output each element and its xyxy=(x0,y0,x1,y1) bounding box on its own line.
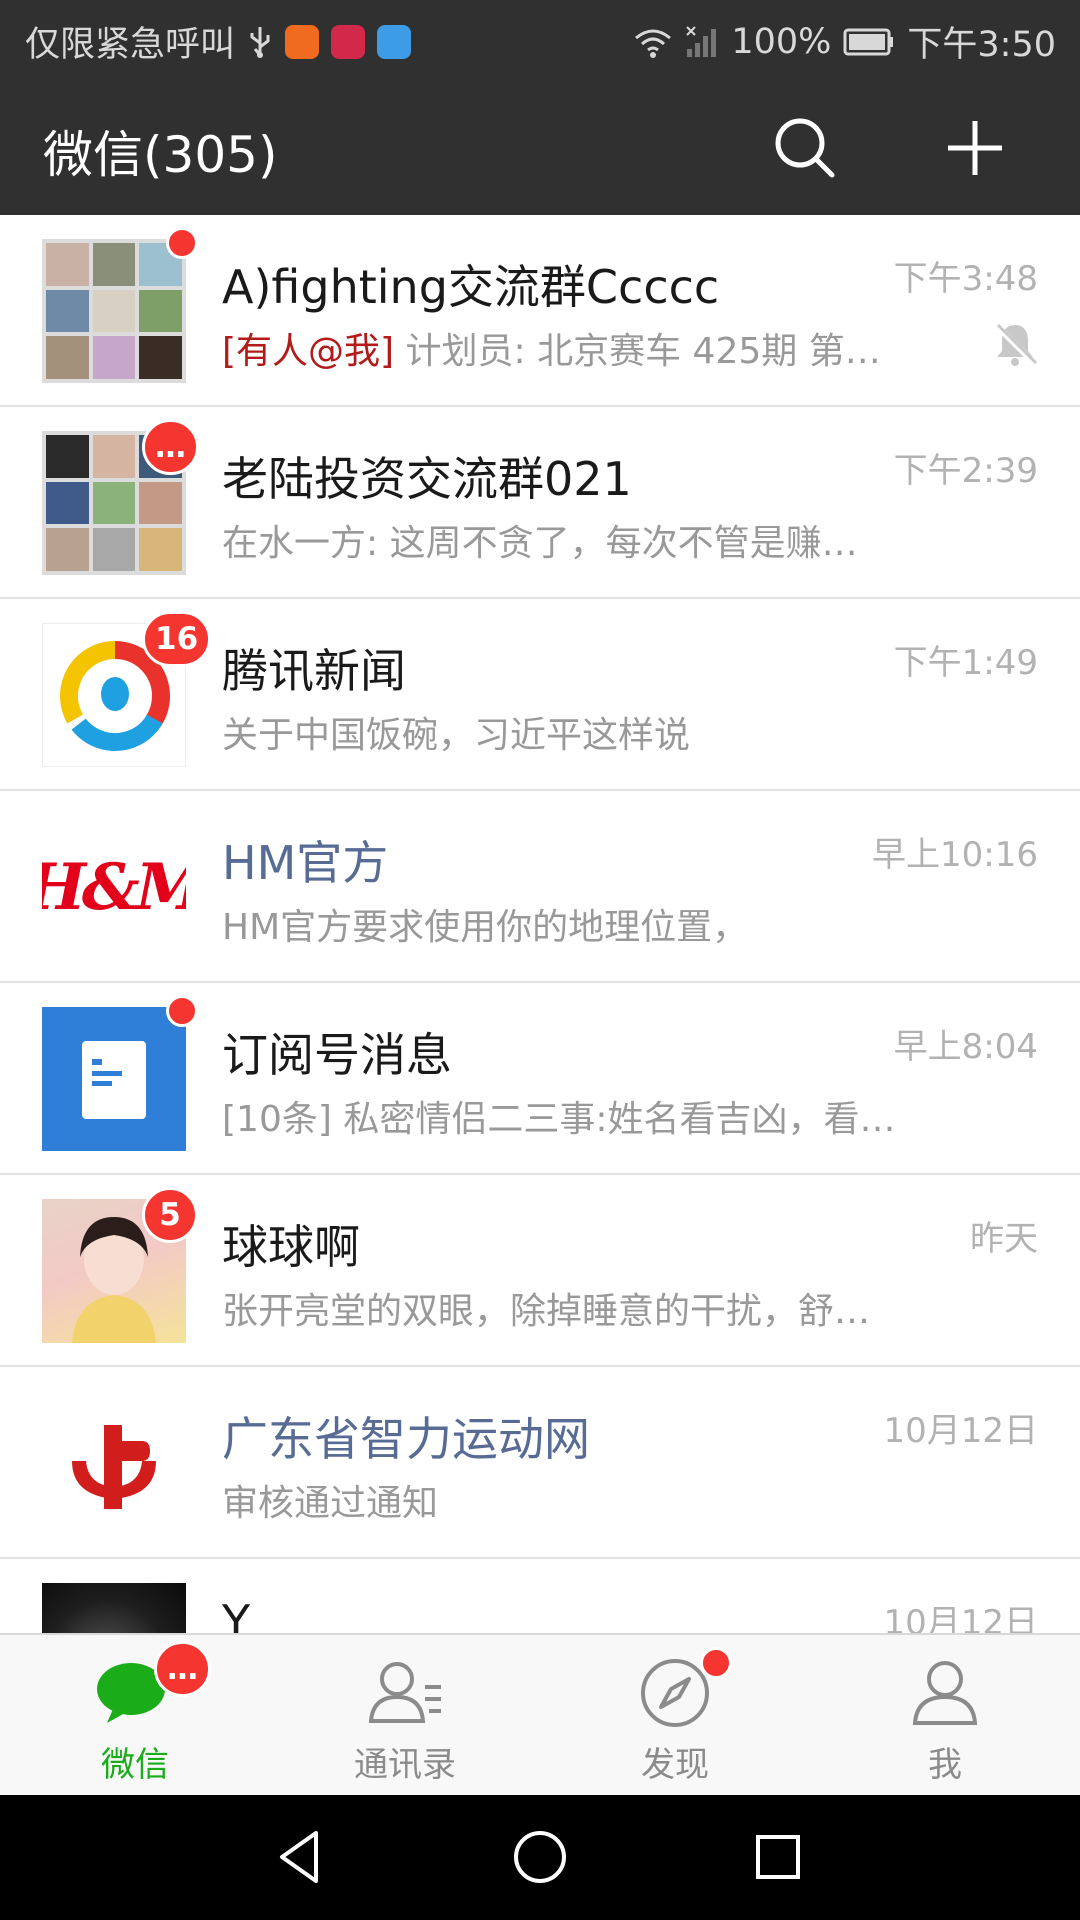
unread-dot xyxy=(166,227,198,259)
org-logo-icon xyxy=(72,1425,156,1509)
chat-time: 早上8:04 xyxy=(893,1027,1038,1067)
chat-name: 广东省智力运动网 xyxy=(222,1412,590,1466)
org-avatar xyxy=(42,1391,186,1535)
chat-name: A)fighting交流群Ccccc xyxy=(222,260,720,314)
chat-row[interactable]: 16 腾讯新闻 下午1:49 关于中国饭碗，习近平这样说 xyxy=(0,599,1080,791)
unread-badge: 5 xyxy=(142,1187,198,1243)
home-icon[interactable] xyxy=(508,1825,572,1889)
subscription-avatar xyxy=(42,1007,186,1151)
search-icon[interactable] xyxy=(770,113,840,183)
chat-preview: 张开亮堂的双眼，除掉睡意的干扰，舒… xyxy=(222,1291,871,1332)
recents-icon[interactable] xyxy=(746,1825,810,1889)
chat-row[interactable]: 5 球球啊 昨天 张开亮堂的双眼，除掉睡意的干扰，舒… xyxy=(0,1175,1080,1367)
tab-me[interactable]: 我 xyxy=(810,1635,1080,1795)
tab-discover[interactable]: 发现 xyxy=(540,1635,810,1795)
chat-row[interactable]: Y 10月12日 xyxy=(0,1559,1080,1633)
chat-row[interactable]: … 老陆投资交流群021 下午2:39 在水一方: 这周不贪了，每次不管是赚… xyxy=(0,407,1080,599)
chat-time: 下午3:48 xyxy=(893,259,1038,299)
chat-row[interactable]: A)fighting交流群Ccccc 下午3:48 [有人@我] 计划员: 北京… xyxy=(0,215,1080,407)
battery-icon xyxy=(843,28,894,55)
add-icon[interactable] xyxy=(940,113,1010,183)
video-app-icon xyxy=(285,24,320,59)
contacts-icon xyxy=(368,1662,441,1723)
chat-preview: 审核通过通知 xyxy=(222,1483,439,1524)
contact-avatar xyxy=(42,1583,186,1633)
document-icon xyxy=(82,1041,146,1119)
chat-name: HM官方 xyxy=(222,836,389,890)
huawei-app-icon xyxy=(331,24,366,59)
chat-name: 球球啊 xyxy=(222,1220,360,1274)
group-avatar xyxy=(42,239,186,383)
chat-time: 下午1:49 xyxy=(893,643,1038,683)
chat-name: Y xyxy=(222,1595,251,1633)
tab-contacts[interactable]: 通讯录 xyxy=(270,1635,540,1795)
chat-preview: 关于中国饭碗，习近平这样说 xyxy=(222,715,691,756)
mute-bell-icon xyxy=(993,322,1038,366)
chat-list[interactable]: A)fighting交流群Ccccc 下午3:48 [有人@我] 计划员: 北京… xyxy=(0,215,1080,1633)
tab-label: 发现 xyxy=(641,1745,709,1785)
chat-preview: HM官方要求使用你的地理位置， xyxy=(222,907,749,948)
person-icon xyxy=(912,1661,978,1725)
wifi-icon xyxy=(635,29,672,58)
hm-avatar: H&M xyxy=(42,815,186,959)
chat-preview: [10条] 私密情侣二三事:姓名看吉凶，看… xyxy=(222,1099,896,1140)
chat-time: 昨天 xyxy=(970,1219,1038,1259)
tab-unread-dot xyxy=(700,1647,732,1679)
chat-time: 10月12日 xyxy=(883,1603,1038,1633)
signal-icon xyxy=(686,25,717,57)
unread-dot xyxy=(166,995,198,1027)
status-bar: 仅限紧急呼叫 100% 下午3:50 xyxy=(0,0,1080,75)
chat-row[interactable]: 广东省智力运动网 10月12日 审核通过通知 xyxy=(0,1367,1080,1559)
back-icon[interactable] xyxy=(270,1825,334,1889)
tab-label: 通讯录 xyxy=(354,1745,456,1785)
chat-row[interactable]: 订阅号消息 早上8:04 [10条] 私密情侣二三事:姓名看吉凶，看… xyxy=(0,983,1080,1175)
chat-row[interactable]: H&M HM官方 早上10:16 HM官方要求使用你的地理位置， xyxy=(0,791,1080,983)
tab-unread-badge: … xyxy=(154,1641,211,1697)
mention-tag: [有人@我] xyxy=(222,331,395,372)
battery-percent: 100% xyxy=(731,21,832,62)
unread-badge: … xyxy=(142,419,199,475)
app-header: 微信(305) xyxy=(0,75,1080,215)
unread-badge: 16 xyxy=(142,611,212,667)
system-nav-bar xyxy=(0,1795,1080,1920)
chat-preview: 在水一方: 这周不贪了，每次不管是赚… xyxy=(222,523,858,564)
hm-logo: H&M xyxy=(42,849,186,925)
chat-time: 早上10:16 xyxy=(872,835,1038,875)
chat-name: 腾讯新闻 xyxy=(222,644,406,698)
carrier-text: 仅限紧急呼叫 xyxy=(25,25,236,65)
chat-name: 老陆投资交流群021 xyxy=(222,452,632,506)
chat-time: 10月12日 xyxy=(883,1411,1038,1451)
chat-time: 下午2:39 xyxy=(893,451,1038,491)
chat-preview: [有人@我] 计划员: 北京赛车 425期 第… xyxy=(222,322,912,374)
tab-chats[interactable]: … 微信 xyxy=(0,1635,270,1795)
tab-label: 微信 xyxy=(101,1745,169,1785)
health-app-icon xyxy=(377,24,412,59)
usb-icon xyxy=(250,26,270,58)
clock-text: 下午3:50 xyxy=(907,25,1056,65)
tab-label: 我 xyxy=(928,1745,962,1785)
preview-text: 计划员: 北京赛车 425期 第… xyxy=(394,331,881,372)
chat-name: 订阅号消息 xyxy=(222,1028,452,1082)
bottom-tab-bar: … 微信 通讯录 发现 我 xyxy=(0,1633,1080,1795)
page-title: 微信(305) xyxy=(43,126,278,184)
